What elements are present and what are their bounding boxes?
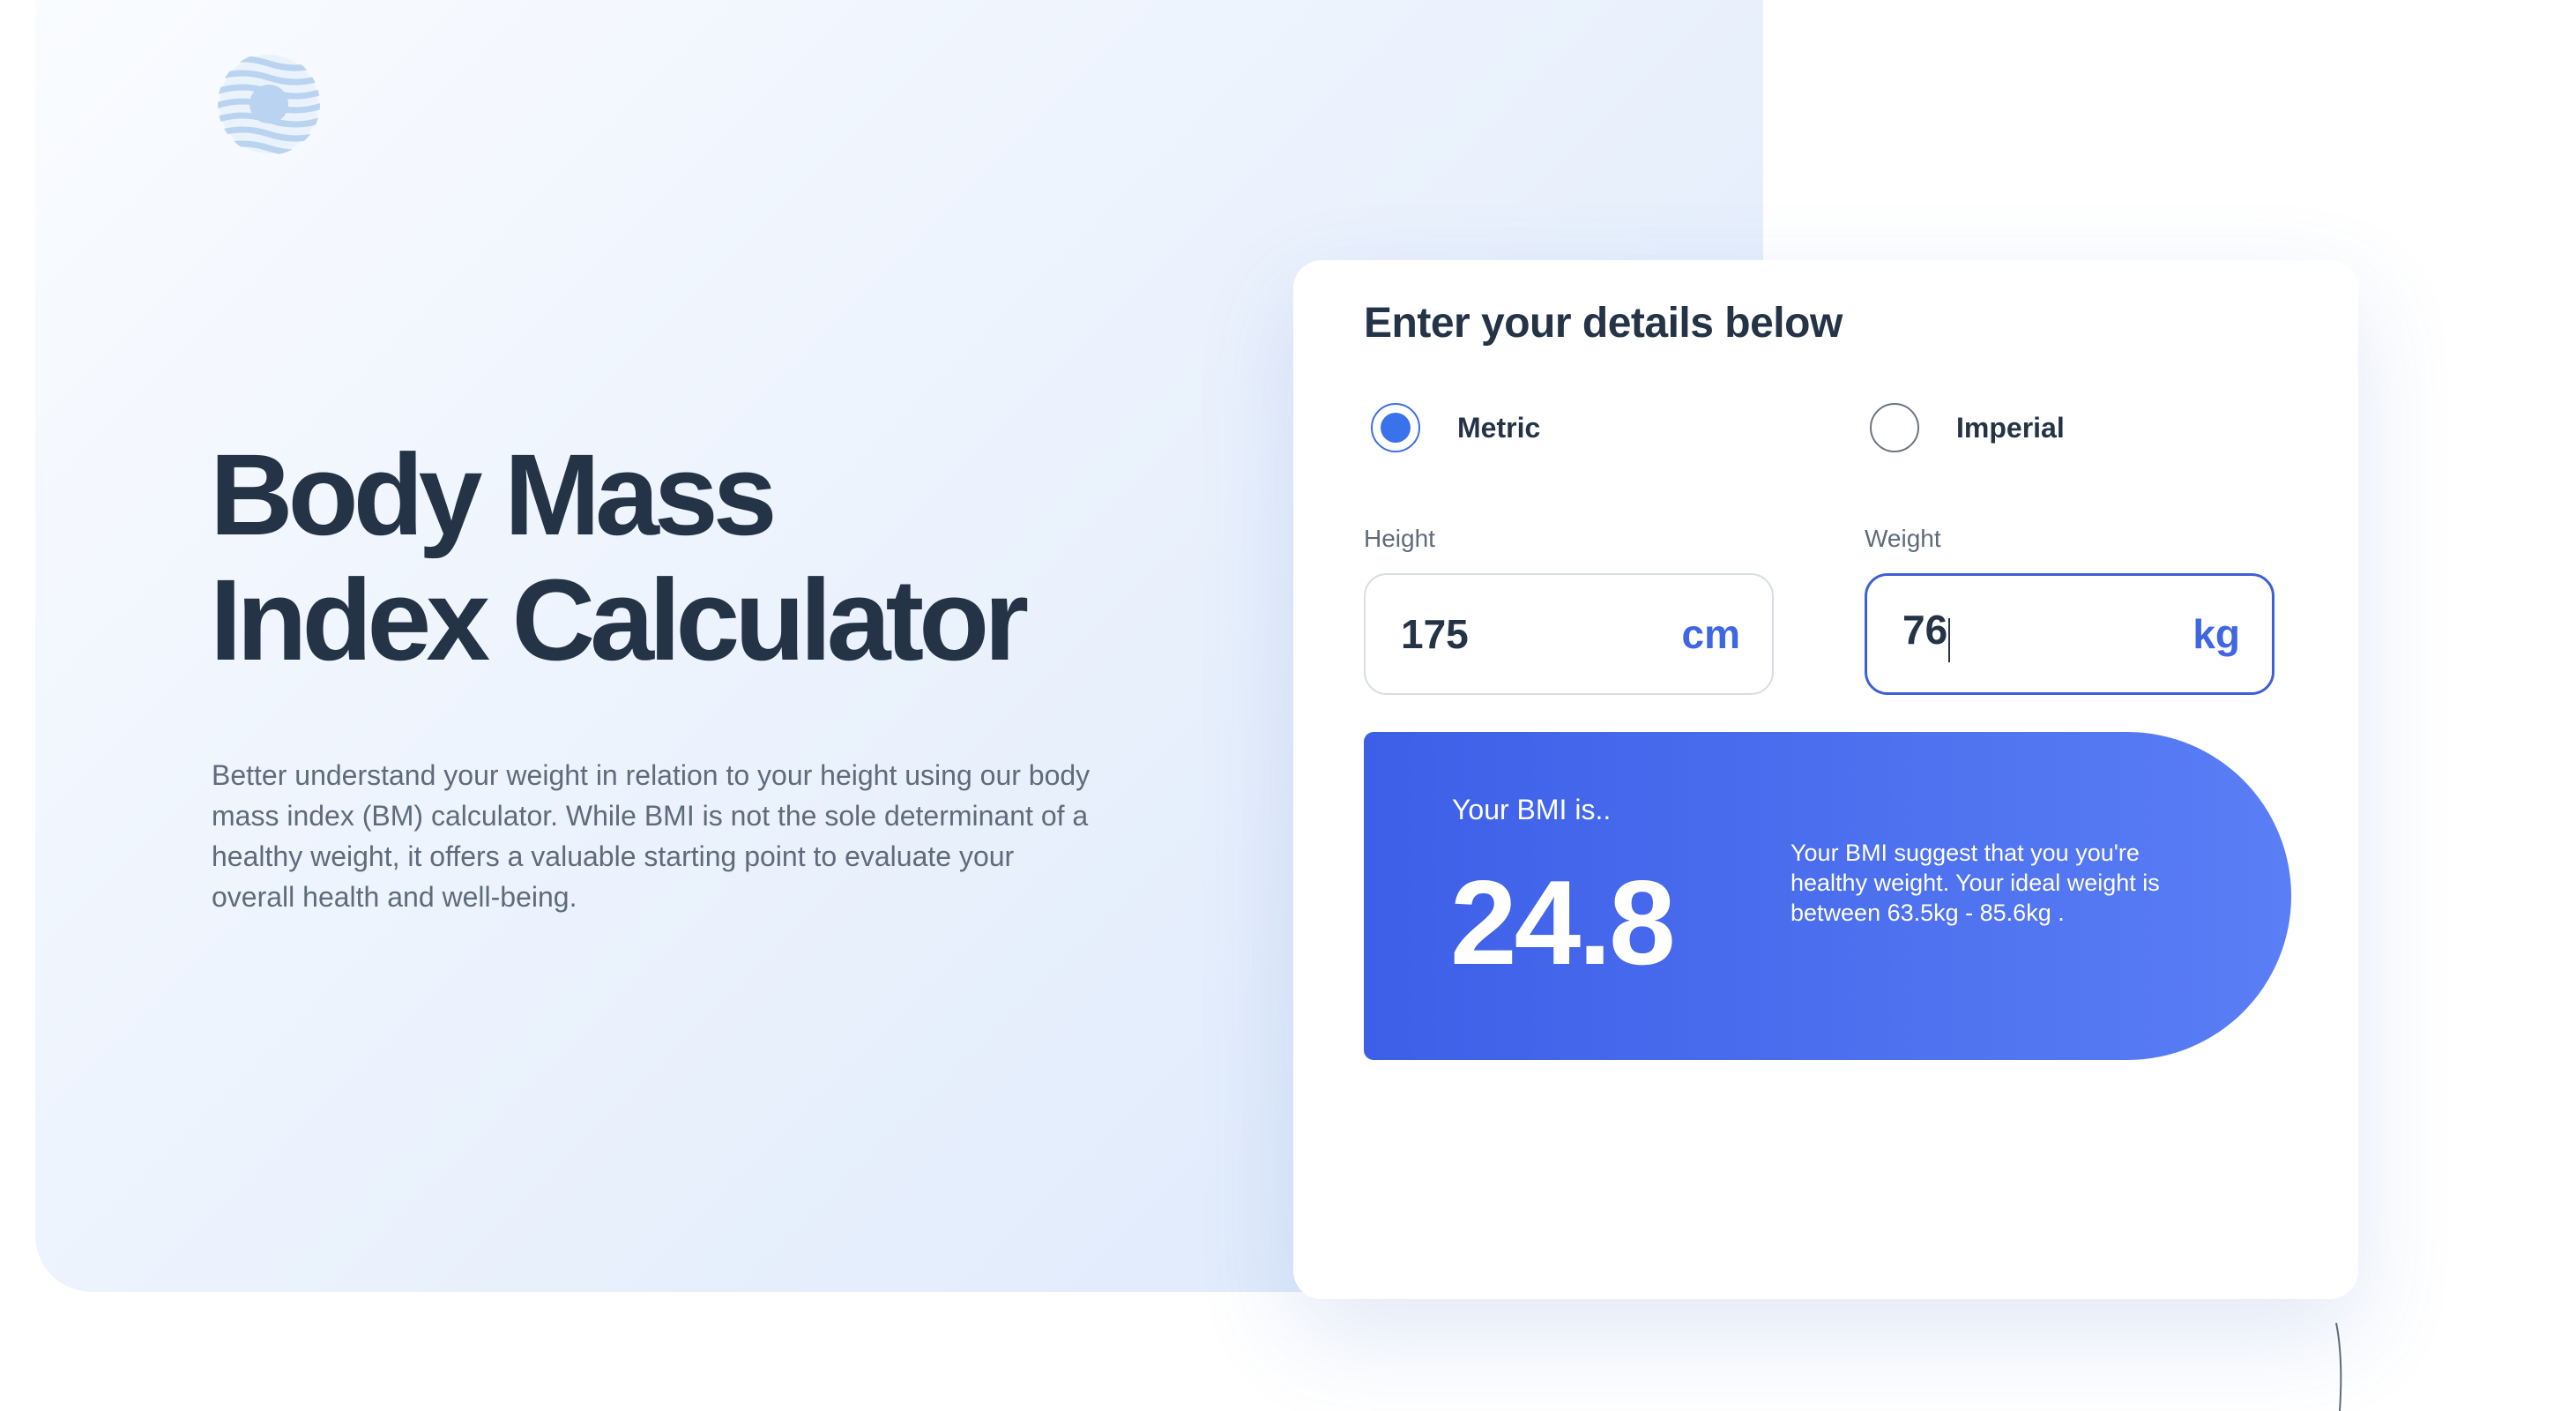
imperial-radio-option[interactable]: Imperial xyxy=(1870,401,2065,454)
page-title: Body Mass Index Calculator xyxy=(210,432,1180,683)
logo-icon xyxy=(218,55,320,155)
weight-label: Weight xyxy=(1865,525,1941,552)
metric-radio-button[interactable] xyxy=(1371,403,1420,452)
decorative-curve xyxy=(2335,1323,2342,1411)
bmi-result-value: 24.8 xyxy=(1450,855,1676,989)
imperial-radio-label[interactable]: Imperial xyxy=(1956,412,2065,444)
bmi-form-card: Enter your details below Metric Imperial… xyxy=(1293,260,2358,1299)
page-description: Better understand your weight in relatio… xyxy=(212,759,1091,913)
page-title-line1: Body Mass xyxy=(210,429,778,559)
text-caret xyxy=(1948,617,1951,662)
height-field[interactable]: 175 cm xyxy=(1364,573,1774,695)
metric-radio-option[interactable]: Metric xyxy=(1371,401,1540,454)
height-unit: cm xyxy=(1681,611,1740,657)
height-value[interactable]: 175 xyxy=(1401,610,1469,658)
imperial-radio-button[interactable] xyxy=(1870,403,1919,452)
weight-value[interactable]: 76 xyxy=(1902,607,1947,653)
weight-input-wrap[interactable]: 76 xyxy=(1902,606,1951,662)
weight-field[interactable]: 76 kg xyxy=(1865,573,2274,695)
bmi-result-panel: Your BMI is.. 24.8 Your BMI suggest that… xyxy=(1364,732,2291,1060)
metric-radio-label[interactable]: Metric xyxy=(1457,412,1540,444)
bmi-result-message: Your BMI suggest that you you're healthy… xyxy=(1791,840,2160,926)
weight-unit: kg xyxy=(2193,611,2240,657)
radio-selected-dot xyxy=(1381,413,1411,443)
page-title-line2: Index Calculator xyxy=(210,555,1029,684)
form-heading: Enter your details below xyxy=(1364,300,1843,347)
bmi-result-label: Your BMI is.. xyxy=(1452,794,1612,825)
height-label: Height xyxy=(1364,525,1435,552)
